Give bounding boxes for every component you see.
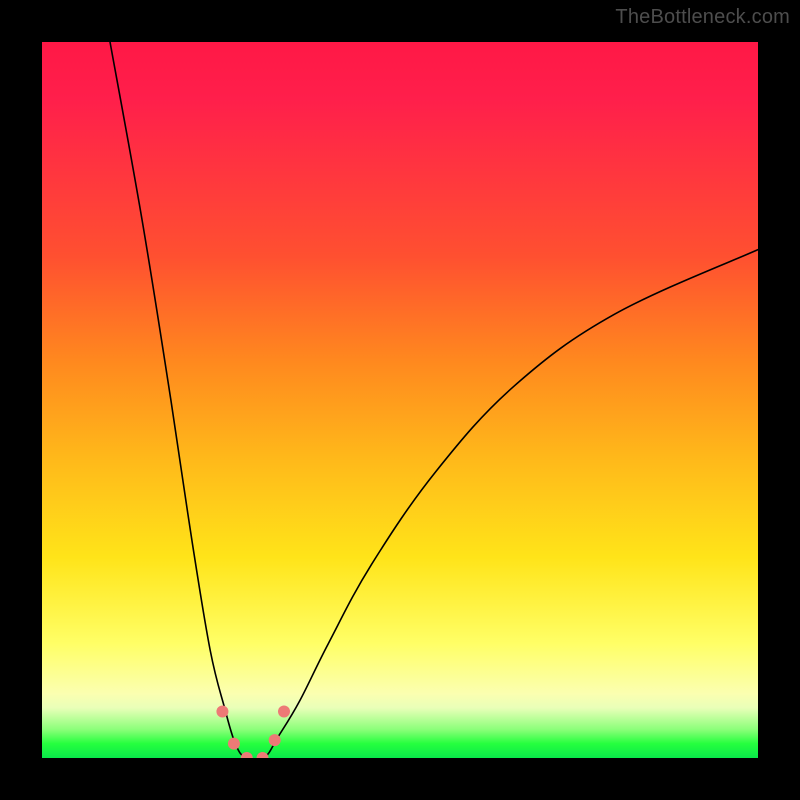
curve-marker-5 [278,705,290,717]
curve-svg [42,42,758,758]
curve-marker-1 [228,738,240,750]
curve-markers [216,705,290,758]
bottleneck-curve [110,42,758,758]
curve-marker-3 [257,752,269,758]
curve-marker-2 [241,752,253,758]
chart-frame: TheBottleneck.com [0,0,800,800]
bottleneck-curve-path [110,42,758,758]
watermark-text: TheBottleneck.com [615,6,790,29]
curve-marker-0 [216,705,228,717]
curve-marker-4 [269,734,281,746]
plot-area [42,42,758,758]
